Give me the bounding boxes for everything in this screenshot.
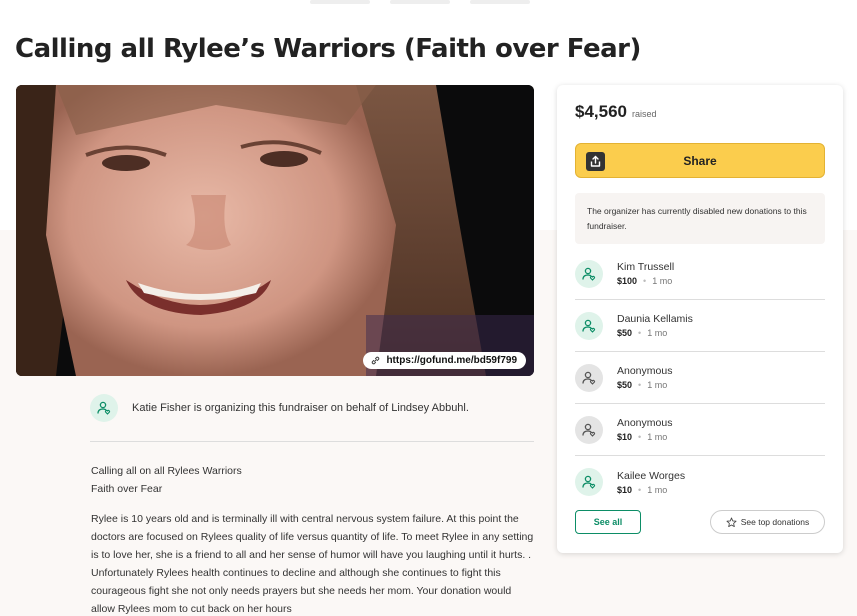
- donor-meta: $50 • 1 mo: [617, 380, 672, 390]
- donor-amount: $100: [617, 276, 638, 286]
- donor-avatar: [575, 259, 603, 288]
- organizer-avatar: [90, 394, 118, 422]
- user-heart-icon: [582, 319, 596, 333]
- star-icon: [726, 517, 737, 527]
- donor-avatar: [575, 415, 603, 444]
- header-remnant: [270, 0, 570, 6]
- donor-meta: $10 • 1 mo: [617, 485, 685, 495]
- donor-list: Kim Trussell $100 • 1 mo Daunia Kellamis $50 •…: [575, 248, 825, 508]
- see-top-donations-button[interactable]: See top donations: [710, 510, 825, 534]
- user-heart-icon: [582, 267, 596, 281]
- donations-disabled-notice: The organizer has currently disabled new…: [575, 193, 825, 244]
- share-icon: [586, 152, 605, 171]
- donor-name: Anonymous: [617, 365, 673, 377]
- donor-meta: $10 • 1 mo: [617, 432, 672, 442]
- organizer-row: Katie Fisher is organizing this fundrais…: [90, 394, 534, 442]
- amount-raised: $4,560 raised: [575, 102, 657, 122]
- see-top-label: See top donations: [740, 517, 810, 527]
- donor-meta: $50 • 1 mo: [617, 328, 693, 338]
- donor-time: 1 mo: [647, 328, 668, 338]
- user-heart-icon: [582, 371, 596, 385]
- donor-amount: $10: [617, 484, 633, 495]
- share-button[interactable]: Share: [575, 143, 825, 178]
- hero-photo: [16, 85, 534, 376]
- donor-avatar: [575, 468, 603, 496]
- donor-info: Kailee Worges $10 • 1 mo: [617, 470, 685, 495]
- user-heart-icon: [97, 401, 111, 415]
- donor-amount: $50: [617, 328, 633, 338]
- donor-amount: $10: [617, 432, 633, 442]
- story-line-1: Calling all on all Rylees Warriors: [91, 465, 242, 477]
- donor-meta: $100 • 1 mo: [617, 276, 674, 286]
- donor-info: Anonymous $10 • 1 mo: [617, 417, 672, 442]
- raised-amount: $4,560: [575, 102, 627, 121]
- see-all-button[interactable]: See all: [575, 510, 641, 534]
- story-line-2: Faith over Fear: [91, 483, 163, 495]
- link-icon: [372, 356, 380, 365]
- separator-dot: •: [638, 380, 642, 390]
- donor-row: Anonymous $10 • 1 mo: [575, 404, 825, 456]
- donor-name: Kailee Worges: [617, 469, 686, 482]
- share-label: Share: [683, 153, 717, 168]
- donor-time: 1 mo: [652, 276, 673, 286]
- donor-name: Daunia Kellamis: [617, 313, 693, 325]
- separator-dot: •: [638, 484, 642, 495]
- story-intro: Calling all on all Rylees Warriors Faith…: [91, 462, 536, 498]
- donor-info: Daunia Kellamis $50 • 1 mo: [617, 313, 693, 338]
- donor-row: Daunia Kellamis $50 • 1 mo: [575, 300, 825, 352]
- short-link-badge[interactable]: https://gofund.me/bd59f799: [363, 352, 526, 369]
- donor-info: Kim Trussell $100 • 1 mo: [617, 261, 674, 286]
- story-section: Calling all on all Rylees Warriors Faith…: [91, 462, 536, 616]
- user-heart-icon: [582, 423, 596, 437]
- donation-sidebar-card: $4,560 raised Share The organizer has cu…: [557, 85, 843, 553]
- separator-dot: •: [638, 328, 642, 338]
- donor-avatar: [575, 363, 603, 392]
- donor-info: Anonymous $50 • 1 mo: [617, 365, 672, 390]
- donor-time: 1 mo: [647, 484, 668, 495]
- short-link-url: https://gofund.me/bd59f799: [386, 355, 517, 366]
- donor-amount: $50: [617, 380, 633, 390]
- donor-name: Kim Trussell: [617, 261, 675, 273]
- separator-dot: •: [643, 276, 647, 286]
- donor-row: Anonymous $50 • 1 mo: [575, 352, 825, 404]
- organizer-text: Katie Fisher is organizing this fundrais…: [132, 402, 469, 414]
- campaign-hero-image: https://gofund.me/bd59f799: [16, 85, 534, 376]
- separator-dot: •: [638, 432, 642, 442]
- user-heart-icon: [582, 475, 596, 489]
- raised-label: raised: [632, 109, 657, 119]
- page-title: Calling all Rylee’s Warriors (Faith over…: [15, 34, 641, 64]
- donor-row: Kailee Worges $10 • 1 mo: [575, 456, 825, 508]
- donor-row: Kim Trussell $100 • 1 mo: [575, 248, 825, 300]
- donor-avatar: [575, 311, 603, 340]
- story-body: Rylee is 10 years old and is terminally …: [91, 513, 534, 615]
- donor-name: Anonymous: [617, 417, 673, 429]
- donor-time: 1 mo: [647, 380, 668, 390]
- donor-time: 1 mo: [647, 432, 668, 442]
